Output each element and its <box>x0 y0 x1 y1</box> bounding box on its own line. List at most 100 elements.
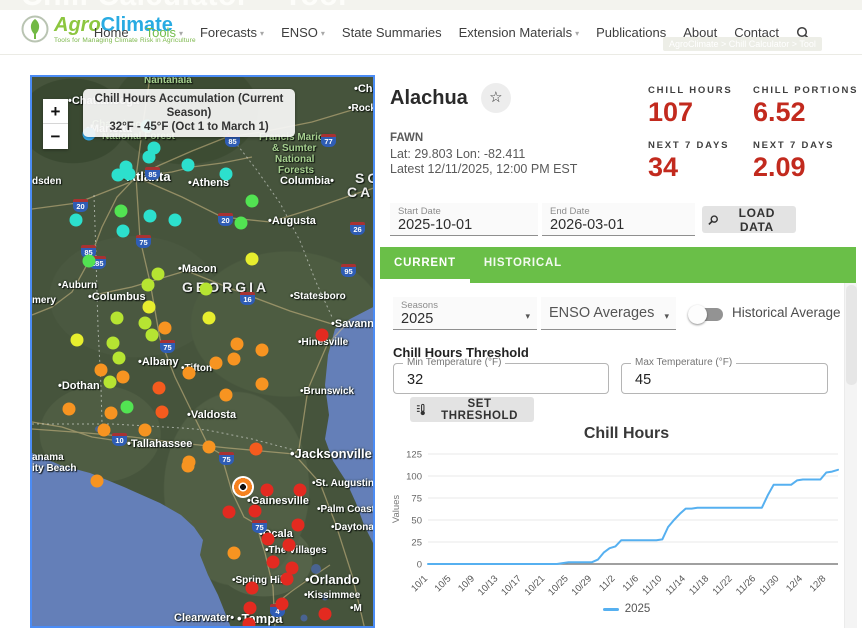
nav-item-enso[interactable]: ENSO▾ <box>281 25 325 40</box>
set-threshold-button[interactable]: SET THRESHOLD <box>410 397 534 422</box>
station-dot[interactable] <box>182 159 195 172</box>
station-dot[interactable] <box>228 547 241 560</box>
end-date-field[interactable]: End Date <box>542 203 695 236</box>
svg-text:10/9: 10/9 <box>456 573 477 594</box>
station-dot[interactable] <box>111 312 124 325</box>
station-dot[interactable] <box>117 371 130 384</box>
station-dot[interactable] <box>143 151 156 164</box>
station-dot[interactable] <box>220 168 233 181</box>
station-dot[interactable] <box>228 353 241 366</box>
nav-item-publications[interactable]: Publications <box>596 25 666 40</box>
enso-averages-label: ENSO Averages <box>549 305 654 321</box>
station-dot[interactable] <box>153 382 166 395</box>
load-data-button[interactable]: LOAD DATA <box>702 206 796 233</box>
station-dot[interactable] <box>200 283 213 296</box>
min-temperature-field[interactable]: Min Temperature (°F) <box>393 363 609 394</box>
station-dot[interactable] <box>261 484 274 497</box>
station-dot[interactable] <box>91 475 104 488</box>
station-dot[interactable] <box>117 225 130 238</box>
station-dot[interactable] <box>210 357 223 370</box>
logo-leaf-icon <box>20 14 50 49</box>
station-dot[interactable] <box>256 344 269 357</box>
station-dot[interactable] <box>203 312 216 325</box>
nav-item-extension-materials[interactable]: Extension Materials▾ <box>459 25 579 40</box>
station-dot[interactable] <box>244 602 257 615</box>
station-dot[interactable] <box>183 367 196 380</box>
station-dot[interactable] <box>156 406 169 419</box>
station-dot[interactable] <box>159 322 172 335</box>
seasons-value[interactable] <box>401 311 529 327</box>
nav-item-state-summaries[interactable]: State Summaries <box>342 25 442 40</box>
station-name: Alachua <box>390 87 468 110</box>
station-dot[interactable] <box>152 268 165 281</box>
station-dot[interactable] <box>223 506 236 519</box>
station-dot[interactable] <box>203 441 216 454</box>
station-dot[interactable] <box>107 337 120 350</box>
station-dot[interactable] <box>267 556 280 569</box>
station-dot[interactable] <box>281 573 294 586</box>
station-dot[interactable] <box>115 205 128 218</box>
station-dot[interactable] <box>316 329 329 342</box>
station-dot[interactable] <box>292 519 305 532</box>
start-date-label: Start Date <box>398 206 441 217</box>
station-dot[interactable] <box>276 598 289 611</box>
map-zoom-in-button[interactable]: + <box>43 99 68 124</box>
station-dot[interactable] <box>235 217 248 230</box>
start-date-input[interactable] <box>398 217 530 233</box>
nav-item-forecasts[interactable]: Forecasts▾ <box>200 25 264 40</box>
station-dot[interactable] <box>70 214 83 227</box>
tab-historical[interactable]: HISTORICAL <box>470 247 576 283</box>
station-dot[interactable] <box>95 364 108 377</box>
max-temperature-input[interactable] <box>633 371 787 389</box>
station-dot[interactable] <box>113 352 126 365</box>
station-dot[interactable] <box>121 401 134 414</box>
station-dot[interactable] <box>83 255 96 268</box>
nav-item-tools[interactable]: Tools▾ <box>146 25 183 40</box>
station-dot[interactable] <box>71 334 84 347</box>
station-dot[interactable] <box>142 279 155 292</box>
station-dot[interactable] <box>294 484 307 497</box>
favorite-star-button[interactable]: ☆ <box>481 83 511 113</box>
station-dot[interactable] <box>246 582 259 595</box>
station-dot[interactable] <box>231 338 244 351</box>
station-dot[interactable] <box>246 195 259 208</box>
station-dot[interactable] <box>262 533 275 546</box>
station-dot[interactable] <box>105 407 118 420</box>
station-dot[interactable] <box>139 424 152 437</box>
station-dot[interactable] <box>256 378 269 391</box>
station-dot[interactable] <box>246 253 259 266</box>
tab-current[interactable]: CURRENT <box>380 247 470 283</box>
nav-item-home[interactable]: Home <box>94 25 129 40</box>
panel-scrollbar[interactable] <box>844 283 857 628</box>
station-dot[interactable] <box>283 539 296 552</box>
station-dot[interactable] <box>139 317 152 330</box>
star-icon: ☆ <box>489 89 502 106</box>
station-dot[interactable] <box>319 608 332 621</box>
station-dot[interactable] <box>243 618 256 628</box>
station-dot[interactable] <box>182 460 195 473</box>
station-dot[interactable] <box>63 403 76 416</box>
min-temperature-input[interactable] <box>405 371 566 389</box>
interstate-shield: 26 <box>350 222 365 235</box>
enso-averages-select[interactable]: ENSO Averages ▾ <box>541 297 676 330</box>
station-dot[interactable] <box>249 505 262 518</box>
station-map[interactable]: •ChattanoogaNantahala•Char•Rock HiChatta… <box>30 75 375 628</box>
station-dot[interactable] <box>144 210 157 223</box>
map-zoom-out-button[interactable]: − <box>43 124 68 149</box>
station-dot[interactable] <box>123 168 136 181</box>
end-date-input[interactable] <box>550 217 687 233</box>
seasons-select[interactable]: Seasons ▾ <box>393 297 537 330</box>
scrollbar-thumb[interactable] <box>846 285 857 385</box>
selected-station-marker[interactable] <box>232 476 254 498</box>
max-temperature-field[interactable]: Max Temperature (°F) <box>621 363 828 394</box>
station-dot[interactable] <box>143 301 156 314</box>
station-dot[interactable] <box>104 376 117 389</box>
caret-icon: ▾ <box>179 29 183 38</box>
station-dot[interactable] <box>169 214 182 227</box>
historical-average-toggle[interactable] <box>690 308 723 321</box>
station-dot[interactable] <box>250 443 263 456</box>
station-dot[interactable] <box>98 424 111 437</box>
station-dot[interactable] <box>220 389 233 402</box>
start-date-field[interactable]: Start Date <box>390 203 538 236</box>
station-dot[interactable] <box>146 329 159 342</box>
